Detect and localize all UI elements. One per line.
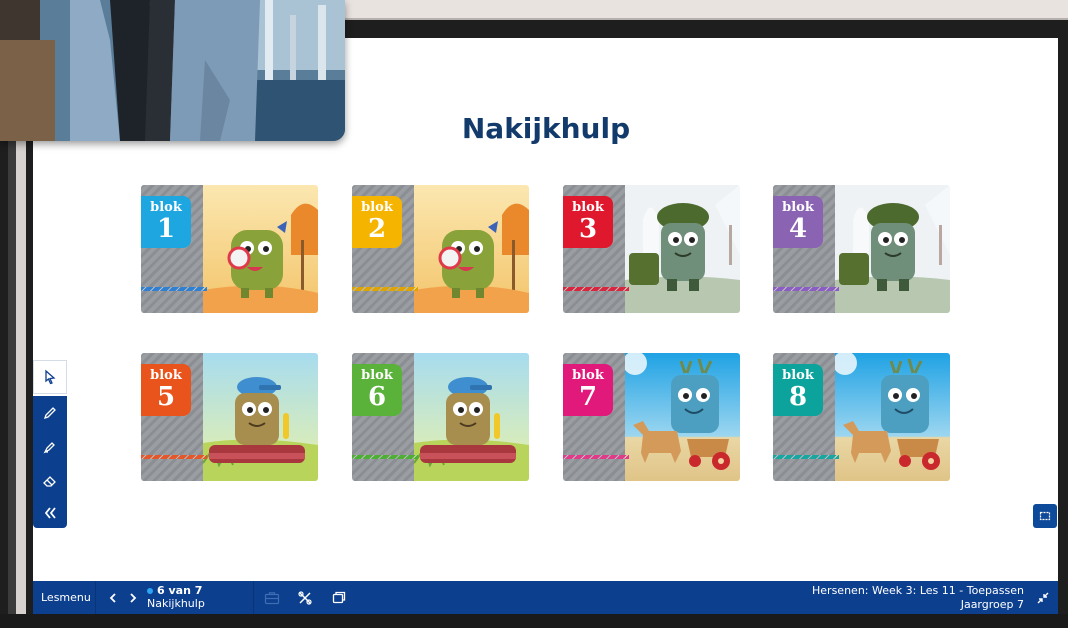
character-illustration bbox=[202, 353, 318, 481]
character-illustration bbox=[413, 353, 529, 481]
bottom-navigation-bar: Lesmenu 6 van 7 Nakijkhulp Hersenen: Wee… bbox=[33, 581, 1058, 614]
annotation-toolbox bbox=[33, 360, 67, 528]
presenter-image bbox=[0, 0, 345, 141]
blok-1-tile[interactable]: blok 1 bbox=[141, 185, 318, 313]
blok-2-tile[interactable]: blok 2 bbox=[352, 185, 529, 313]
blok-label: blok bbox=[361, 368, 393, 383]
divider bbox=[95, 581, 96, 614]
tools-icon bbox=[298, 590, 312, 605]
page-counter: 6 van 7 bbox=[157, 584, 203, 597]
divider bbox=[253, 581, 254, 614]
chevron-left-icon bbox=[109, 592, 116, 603]
select-tool[interactable] bbox=[33, 360, 67, 394]
group-label: Jaargroep 7 bbox=[960, 597, 1024, 611]
blok-badge: blok 3 bbox=[563, 196, 613, 248]
lesmenu-button[interactable]: Lesmenu bbox=[41, 581, 91, 614]
blok-number: 2 bbox=[367, 214, 387, 244]
character-illustration bbox=[625, 185, 740, 313]
character-illustration bbox=[623, 353, 740, 481]
rope-stripe bbox=[563, 455, 629, 459]
rope-stripe bbox=[773, 287, 839, 291]
chevron-right-icon bbox=[130, 592, 137, 603]
fullscreen-panel-button[interactable] bbox=[1033, 504, 1057, 528]
presenter-video[interactable] bbox=[0, 0, 345, 141]
rope-stripe bbox=[352, 455, 418, 459]
tools-button[interactable] bbox=[296, 581, 314, 614]
page-name: Nakijkhulp bbox=[147, 597, 205, 610]
blok-label: blok bbox=[782, 368, 814, 383]
screen-bottom-edge bbox=[0, 614, 1068, 628]
blok-5-tile[interactable]: blok 5 bbox=[141, 353, 318, 481]
pen-tool[interactable] bbox=[33, 396, 67, 430]
blok-number: 7 bbox=[578, 382, 598, 412]
blok-4-tile[interactable]: blok 4 bbox=[773, 185, 950, 313]
rope-stripe bbox=[141, 455, 207, 459]
blok-3-tile[interactable]: blok 3 bbox=[563, 185, 740, 313]
window-icon bbox=[1039, 511, 1051, 521]
eraser-icon bbox=[43, 476, 56, 487]
slide-indicator[interactable]: 6 van 7 Nakijkhulp bbox=[147, 581, 205, 614]
app-window: Nakijkhulp blok 1 blok 2 blok 3 blok 4 b… bbox=[0, 0, 1068, 628]
blok-badge: blok 8 bbox=[773, 364, 823, 416]
character-illustration bbox=[414, 185, 529, 313]
windows-icon bbox=[332, 591, 346, 603]
blok-label: blok bbox=[572, 200, 604, 215]
blok-6-tile[interactable]: blok 6 bbox=[352, 353, 529, 481]
blok-label: blok bbox=[150, 368, 182, 383]
pen-icon bbox=[43, 407, 56, 420]
toolbox-button[interactable] bbox=[263, 581, 281, 614]
blok-number: 5 bbox=[156, 382, 176, 412]
next-slide-button[interactable] bbox=[125, 581, 141, 614]
blok-number: 8 bbox=[788, 382, 808, 412]
blok-8-tile[interactable]: blok 8 bbox=[773, 353, 950, 481]
highlighter-icon bbox=[43, 442, 55, 454]
current-dot-icon bbox=[147, 587, 153, 594]
copy-screen-button[interactable] bbox=[330, 581, 348, 614]
blok-label: blok bbox=[150, 200, 182, 215]
lesmenu-label: Lesmenu bbox=[41, 591, 91, 604]
blok-badge: blok 7 bbox=[563, 364, 613, 416]
previous-slide-button[interactable] bbox=[105, 581, 121, 614]
rope-stripe bbox=[141, 287, 207, 291]
blok-badge: blok 5 bbox=[141, 364, 191, 416]
collapse-icon bbox=[1037, 592, 1049, 603]
lesson-info: Hersenen: Week 3: Les 11 - Toepassen Jaa… bbox=[812, 581, 1024, 614]
blok-number: 6 bbox=[367, 382, 387, 412]
rope-stripe bbox=[563, 287, 629, 291]
character-illustration bbox=[833, 353, 950, 481]
character-illustration bbox=[203, 185, 318, 313]
blok-badge: blok 1 bbox=[141, 196, 191, 248]
briefcase-icon bbox=[264, 591, 280, 604]
collapse-toolbox-button[interactable] bbox=[33, 498, 67, 528]
highlighter-tool[interactable] bbox=[33, 430, 67, 464]
rope-stripe bbox=[352, 287, 418, 291]
blok-badge: blok 4 bbox=[773, 196, 823, 248]
blok-number: 1 bbox=[156, 214, 176, 244]
blok-number: 4 bbox=[788, 214, 808, 244]
blok-badge: blok 6 bbox=[352, 364, 402, 416]
blok-label: blok bbox=[572, 368, 604, 383]
rope-stripe bbox=[773, 455, 839, 459]
blok-badge: blok 2 bbox=[352, 196, 402, 248]
exit-fullscreen-button[interactable] bbox=[1034, 581, 1052, 614]
blok-7-tile[interactable]: blok 7 bbox=[563, 353, 740, 481]
eraser-tool[interactable] bbox=[33, 464, 67, 498]
lesson-title: Hersenen: Week 3: Les 11 - Toepassen bbox=[812, 583, 1024, 597]
character-illustration bbox=[835, 185, 950, 313]
select-icon bbox=[45, 369, 56, 385]
blok-number: 3 bbox=[578, 214, 598, 244]
blok-label: blok bbox=[361, 200, 393, 215]
blok-label: blok bbox=[782, 200, 814, 215]
double-chevron-left-icon bbox=[44, 507, 56, 519]
